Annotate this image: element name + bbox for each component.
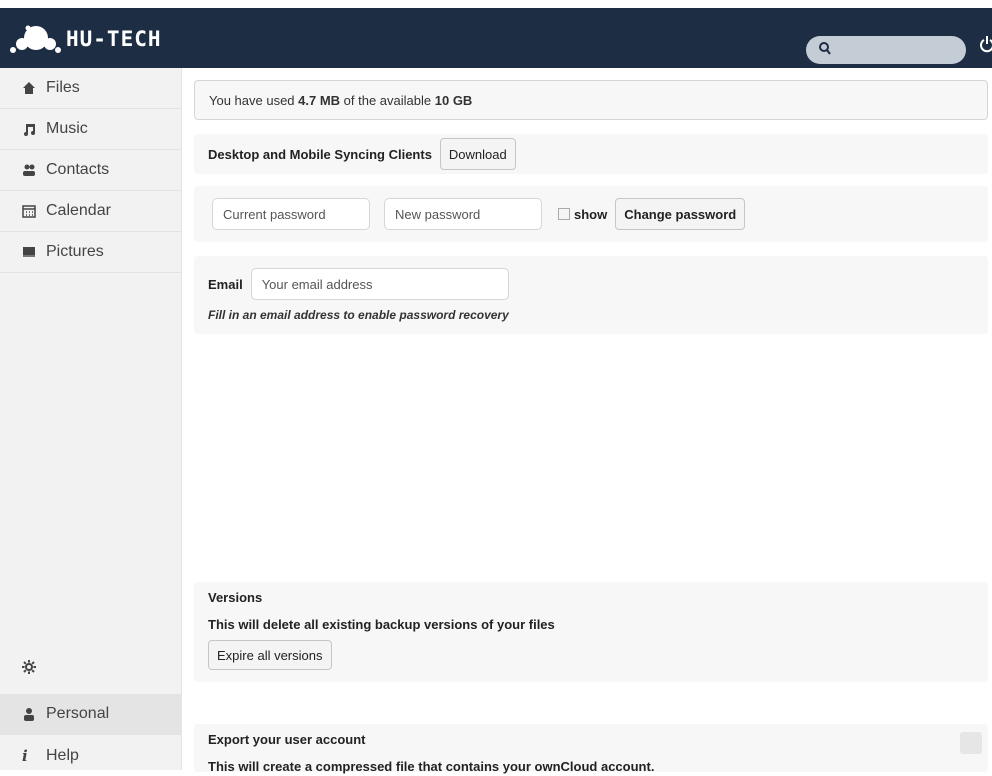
cloud-logo-icon [10,25,61,53]
download-button[interactable]: Download [439,138,516,170]
gear-icon[interactable] [22,660,36,679]
info-icon: i [22,746,28,765]
new-password-input[interactable]: New password [384,198,542,230]
sidebar-item-label: Help [46,746,79,764]
image-icon [23,247,35,257]
music-icon [24,124,35,136]
quota-total: 10 GB [434,93,473,108]
top-navigation-bar: HU-TECH [0,8,992,68]
blank-section [194,346,988,572]
sidebar-item-files[interactable]: Files [0,68,182,109]
app-logo[interactable]: HU-TECH [8,22,162,56]
sidebar-item-contacts[interactable]: Contacts [0,150,182,191]
quota-text-middle: of the available [340,93,435,108]
sidebar: Files Music Contacts Calendar Pictures P… [0,68,182,770]
email-hint: Fill in an email address to enable passw… [208,308,509,322]
calendar-icon [22,205,36,218]
quota-box: You have used 4.7 MB of the available 10… [194,80,988,120]
quota-used: 4.7 MB [298,93,341,108]
expire-all-versions-button[interactable]: Expire all versions [208,640,332,670]
current-password-input[interactable]: Current password [212,198,370,230]
sidebar-item-label: Music [46,120,88,137]
sync-clients-section: Desktop and Mobile Syncing Clients Downl… [194,134,988,174]
versions-title: Versions [208,590,263,605]
email-label: Email [208,276,243,292]
email-field[interactable]: Your email address [250,268,509,300]
email-section: Email Your email address Fill in an emai… [194,256,988,334]
export-title: Export your user account [208,732,366,747]
sidebar-item-pictures[interactable]: Pictures [0,232,182,273]
show-password-toggle[interactable]: show [558,207,607,222]
search-input[interactable] [806,36,966,64]
export-section: Export your user account This will creat… [194,724,988,774]
quota-text-prefix: You have used [209,93,299,108]
logo-text: HU-TECH [66,27,162,51]
home-icon [23,82,35,94]
search-icon [819,42,831,55]
sidebar-item-label: Pictures [46,243,104,260]
sidebar-item-label: Personal [46,705,110,722]
sidebar-item-music[interactable]: Music [0,109,182,150]
top-strip [0,0,992,8]
power-icon[interactable] [980,34,992,66]
sidebar-item-label: Contacts [46,161,110,178]
versions-description: This will delete all existing backup ver… [208,617,555,632]
versions-section: Versions This will delete all existing b… [194,582,988,682]
show-password-checkbox[interactable] [558,208,570,220]
contacts-icon [23,164,35,176]
show-password-label: show [574,206,608,222]
export-description: This will create a compressed file that … [208,759,655,774]
sidebar-item-personal[interactable]: Personal [0,694,182,735]
export-icon[interactable] [960,732,982,754]
user-icon [24,708,34,721]
sidebar-item-label: Calendar [46,202,111,219]
change-password-button[interactable]: Change password [615,198,746,230]
sidebar-item-calendar[interactable]: Calendar [0,191,182,232]
password-section: Current password New password show Chang… [194,186,988,242]
sidebar-item-label: Files [46,79,80,96]
sync-clients-label: Desktop and Mobile Syncing Clients [208,146,432,162]
